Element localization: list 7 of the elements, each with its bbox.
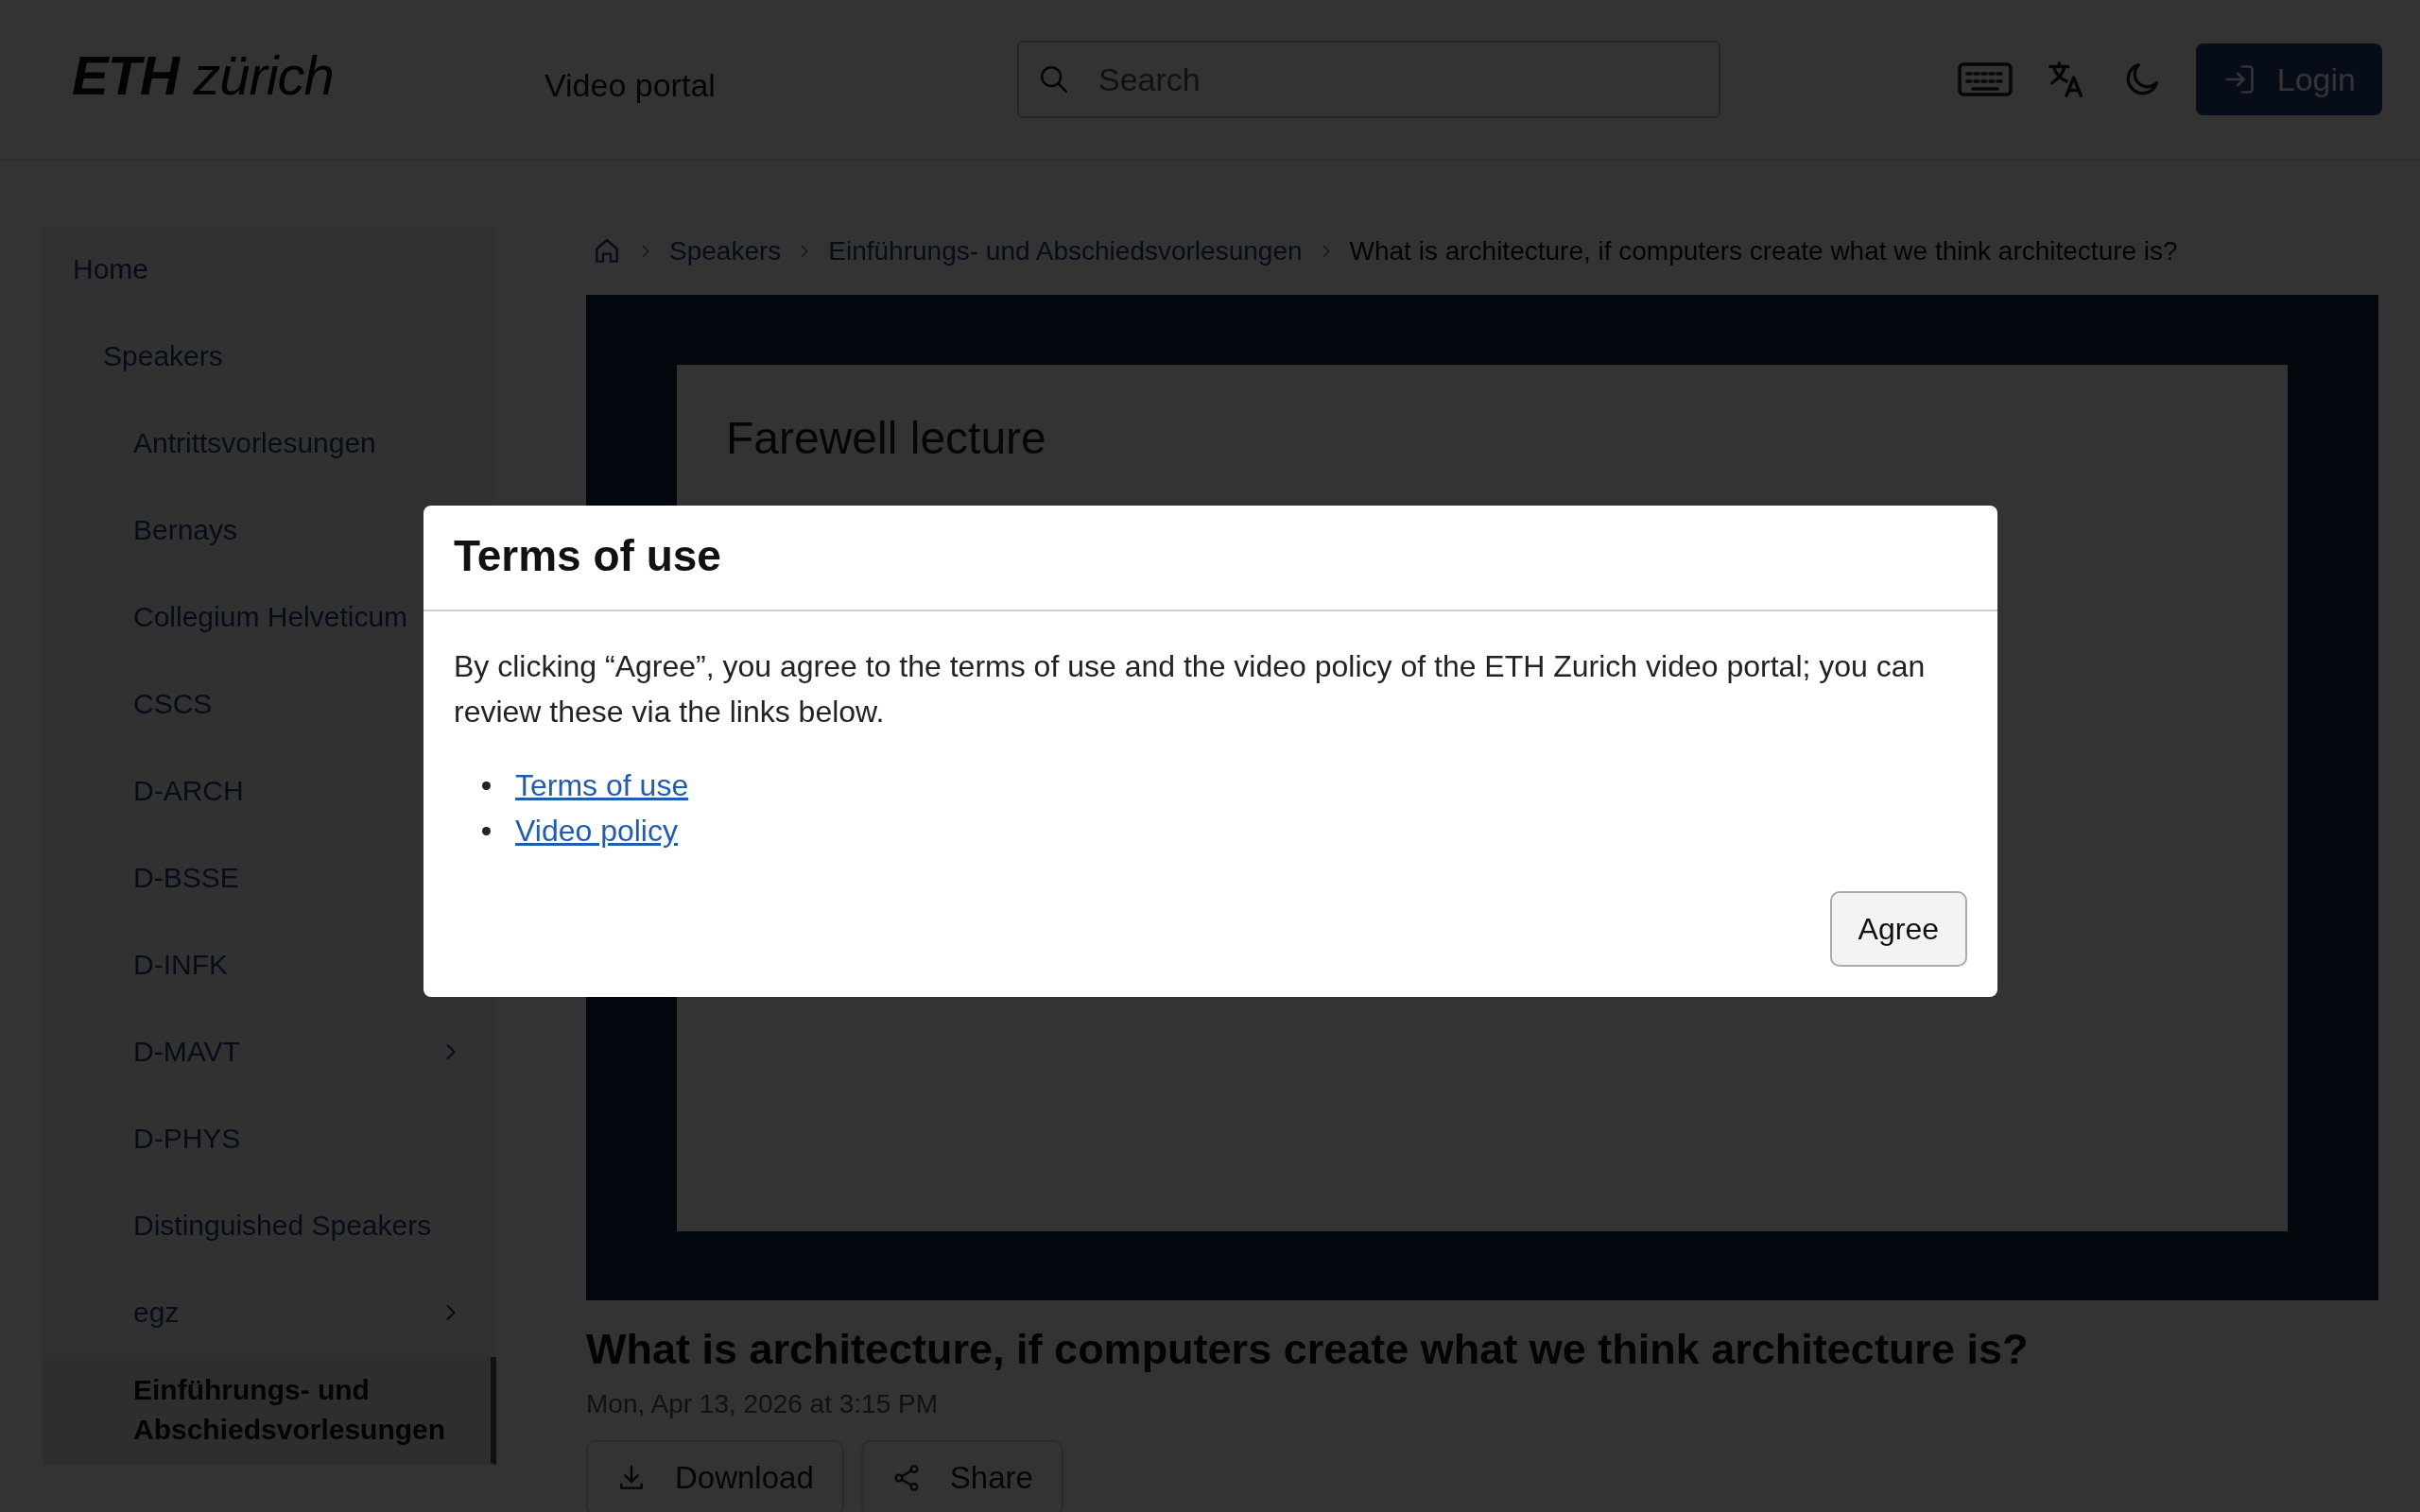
policy-link[interactable]: Video policy [515, 808, 678, 853]
dialog-text: By clicking “Agree”, you agree to the terms of use and the video policy of the ETH Zurich video portal; you can review these via the links below. [454, 648, 1927, 730]
dialog-title: Terms of use [454, 530, 722, 581]
bullet-icon [482, 781, 491, 790]
policy-link[interactable]: Terms of use [515, 763, 689, 808]
agree-button[interactable]: Agree [1829, 891, 1967, 967]
bullet-icon [482, 826, 491, 835]
